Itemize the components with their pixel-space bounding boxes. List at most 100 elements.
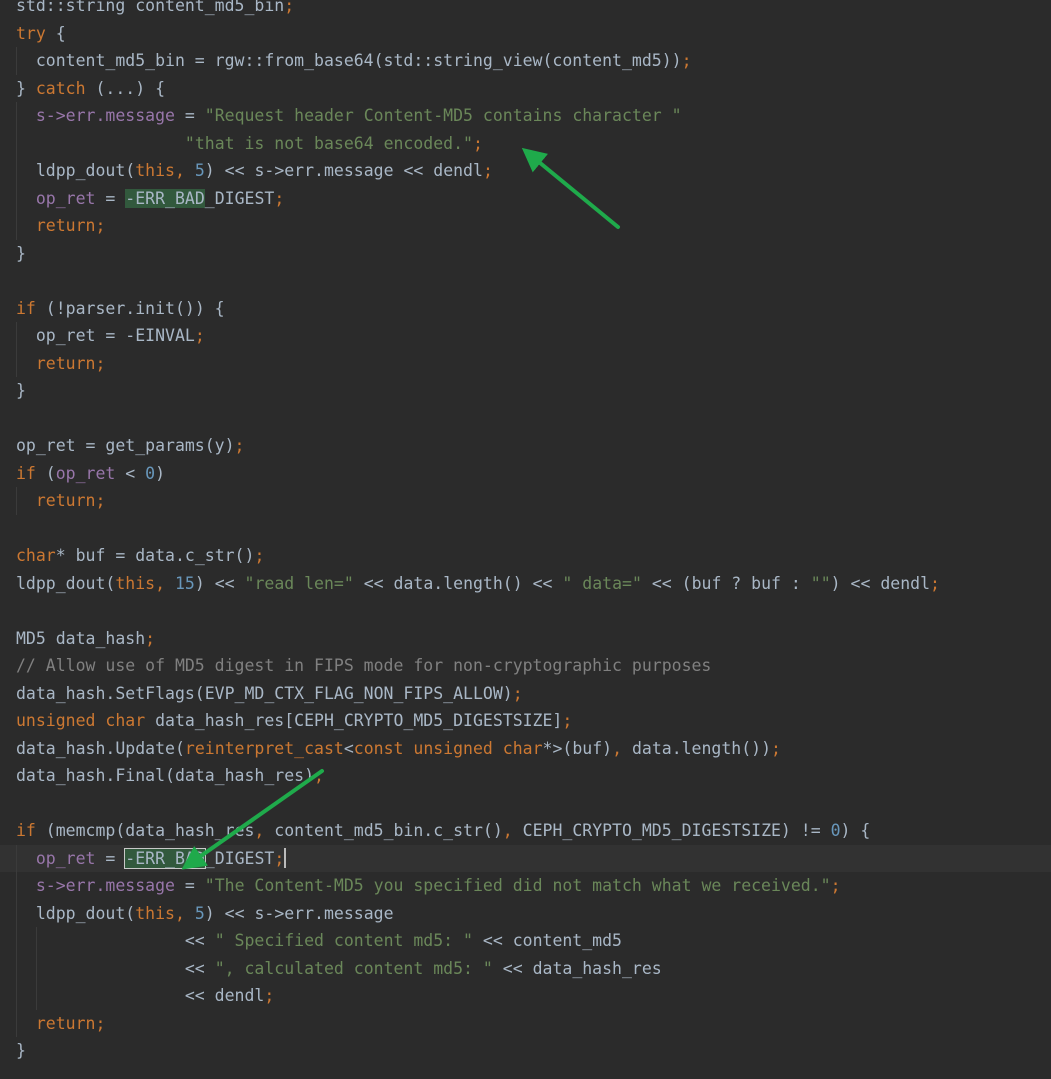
code-line[interactable] [0,515,1051,543]
code-token: _DIGEST [204,188,275,208]
code-line[interactable]: } [0,240,1051,268]
code-line[interactable]: ldpp_dout(this, 15) << "read len=" << da… [0,570,1051,598]
code-line[interactable]: data_hash.SetFlags(EVP_MD_CTX_FLAG_NON_F… [0,680,1051,708]
code-text: if (op_ret < 0) [16,460,165,488]
code-line[interactable] [0,405,1051,433]
code-text: return; [16,350,106,378]
code-token: const unsigned char [353,738,543,758]
code-line[interactable]: return; [0,212,1051,240]
code-line[interactable]: MD5 data_hash; [0,625,1051,653]
code-token: return; [35,353,106,373]
text-cursor [284,847,287,868]
code-line[interactable]: return; [0,487,1051,515]
code-token: { [45,23,66,43]
code-token: ) << s->err.message << dendl [204,161,483,180]
code-text: return; [16,487,106,515]
code-token: data_hash.Update( [16,738,185,758]
code-token: op_ret = get_params(y) [16,436,235,455]
code-line[interactable]: ldpp_dout(this, 5) << s->err.message << … [0,157,1051,185]
code-text: op_ret = get_params(y); [16,432,244,460]
code-token: "The Content-MD5 you specified did not m… [204,876,831,895]
code-token: << [16,958,215,978]
code-line[interactable]: ldpp_dout(this, 5) << s->err.message [0,899,1051,927]
code-token: content_md5_bin = rgw::from_base64(std::… [16,51,682,70]
code-line[interactable]: content_md5_bin = rgw::from_base64(std::… [0,47,1051,75]
code-token: reinterpret_cast [184,738,344,758]
code-line[interactable]: if (memcmp(data_hash_res, content_md5_bi… [0,817,1051,845]
code-line[interactable]: << ", calculated content md5: " << data_… [0,954,1051,982]
code-line[interactable]: "that is not base64 encoded."; [0,129,1051,158]
code-token: } [16,381,26,400]
code-text: ldpp_dout(this, 15) << "read len=" << da… [16,570,940,598]
code-token: 5 [194,903,205,923]
code-token: ; [930,573,940,593]
code-token: = [174,106,205,125]
code-token: return; [35,1013,106,1033]
code-token: 0 [830,821,841,840]
code-text: ldpp_dout(this, 5) << s->err.message << … [16,157,493,185]
code-line[interactable] [0,267,1051,295]
code-line[interactable]: op_ret = get_params(y); [0,432,1051,460]
code-line[interactable]: try { [0,20,1051,48]
code-text: << dendl; [16,982,274,1010]
code-token: , [174,161,195,180]
code-token: = [95,848,126,868]
code-text: char* buf = data.c_str(); [16,542,264,570]
code-line[interactable]: } catch (...) { [0,75,1051,103]
code-line[interactable]: data_hash.Final(data_hash_res); [0,762,1051,790]
code-token: char [16,546,56,565]
code-token: s->err.message [35,106,175,125]
search-highlight: -ERR_BAD [125,188,205,208]
code-text: data_hash.SetFlags(EVP_MD_CTX_FLAG_NON_F… [16,680,523,708]
code-token: if [16,821,36,840]
code-line[interactable] [0,597,1051,625]
code-line[interactable]: unsigned char data_hash_res[CEPH_CRYPTO_… [0,707,1051,735]
code-line[interactable]: data_hash.Update(reinterpret_cast<const … [0,735,1051,763]
code-text: s->err.message = "The Content-MD5 you sp… [16,872,841,900]
code-line[interactable]: // Allow use of MD5 digest in FIPS mode … [0,652,1051,680]
code-token: } [16,1041,26,1060]
code-token: " data=" [562,573,642,593]
code-line[interactable]: std::string content_md5_bin; [0,0,1051,20]
code-token: ; [482,161,493,180]
code-token: ; [145,628,156,648]
search-highlight: -ERR_BAD [124,847,206,869]
code-text: try { [16,20,66,48]
code-line[interactable]: return; [0,349,1051,378]
code-line[interactable]: s->err.message = "The Content-MD5 you sp… [0,872,1051,900]
code-line[interactable]: } [0,1037,1051,1065]
code-text: "that is not base64 encoded."; [16,130,483,158]
code-text: op_ret = -ERR_BAD_DIGEST; [16,185,284,213]
code-token: , [155,573,175,593]
code-token: this [135,161,175,180]
code-line[interactable]: } [0,377,1051,405]
code-token: catch [35,78,86,98]
code-line[interactable]: if (!parser.init()) { [0,295,1051,323]
code-line[interactable]: op_ret = -ERR_BAD_DIGEST; [0,184,1051,213]
code-text: if (!parser.init()) { [16,295,225,323]
code-line[interactable]: if (op_ret < 0) [0,460,1051,488]
code-token: ) << dendl [830,573,931,593]
code-token: *>(buf) [542,738,613,758]
code-editor[interactable]: std::string content_md5_bin; try { conten… [0,0,1051,1079]
code-token: ; [274,188,285,208]
code-text: } [16,240,26,268]
code-line[interactable]: op_ret = -EINVAL; [0,322,1051,350]
code-token: " Specified content md5: " [214,931,473,950]
code-line[interactable]: << " Specified content md5: " << content… [0,927,1051,955]
code-line[interactable]: << dendl; [0,982,1051,1010]
code-line[interactable]: op_ret = -ERR_BAD_DIGEST; [0,844,1051,872]
code-token: (...) { [85,78,166,98]
code-token: ; [314,766,324,785]
code-token: if [16,463,36,483]
code-line[interactable] [0,790,1051,818]
code-token: ; [194,326,205,345]
code-text: } catch (...) { [16,75,165,103]
code-line[interactable]: char* buf = data.c_str(); [0,542,1051,570]
code-line[interactable]: s->err.message = "Request header Content… [0,102,1051,130]
code-text: MD5 data_hash; [16,625,155,653]
code-line[interactable]: return; [0,1009,1051,1037]
